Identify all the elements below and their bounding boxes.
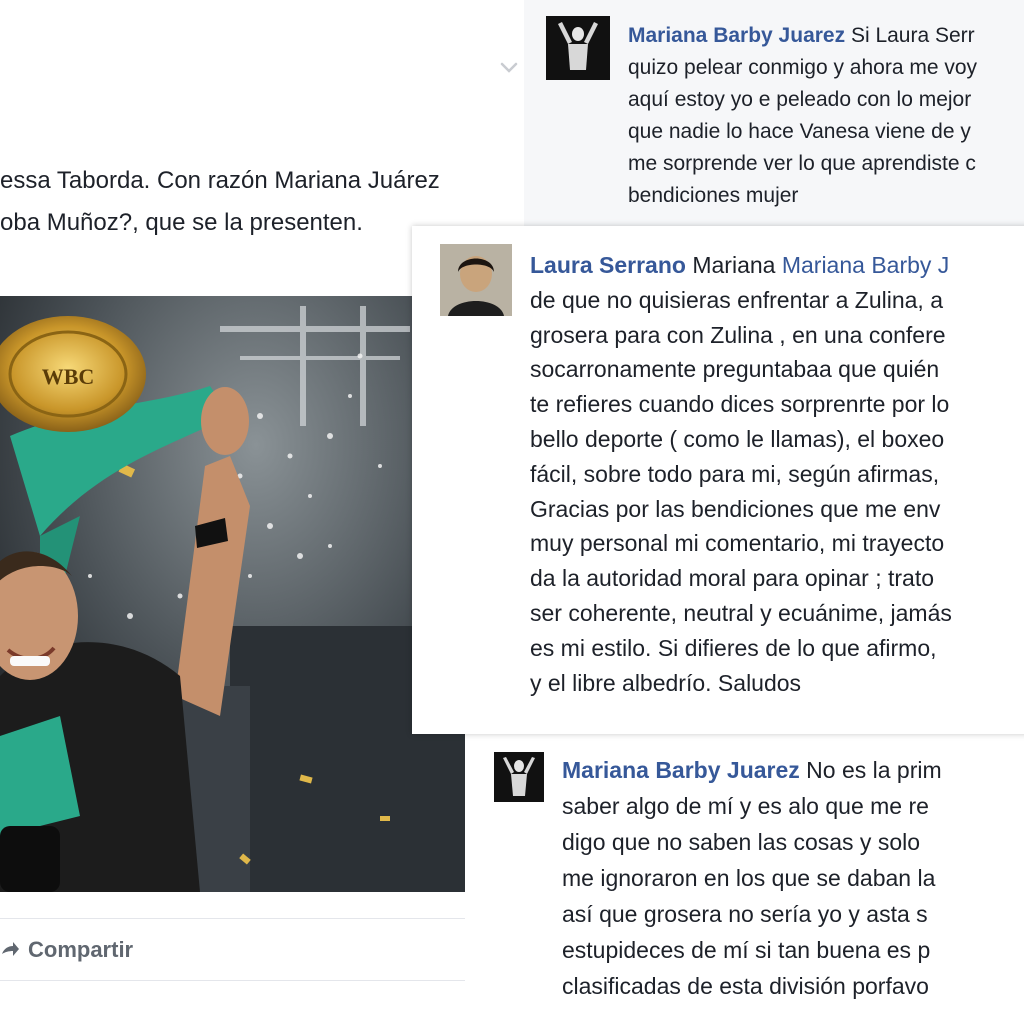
comment-line: aquí estoy yo e peleado con lo mejor xyxy=(628,88,972,111)
comment-line: saber algo de mí y es alo que me re xyxy=(562,793,929,819)
comment-author-link[interactable]: Laura Serrano xyxy=(530,252,686,278)
comment-line: es mi estilo. Si difieres de lo que afir… xyxy=(530,634,937,661)
comment-line: de que no quisieras enfrentar a Zulina, … xyxy=(530,286,943,313)
comment-line: bendiciones mujer xyxy=(628,184,799,207)
comment-line: bello deporte ( como le llamas), el boxe… xyxy=(530,425,945,452)
comment-line: te refieres cuando dices sorprenrte por … xyxy=(530,391,950,418)
comment-line: así que grosera no sería yo y asta s xyxy=(562,901,928,927)
comment-line: estupideces de mí si tan buena es p xyxy=(562,937,931,963)
share-button[interactable]: Compartir xyxy=(0,937,133,963)
comment-first-line: Mariana Barby Juarez No es la prim xyxy=(562,752,942,788)
comment-line: socarronamente preguntabaa que quién xyxy=(530,356,940,383)
comment-author-link[interactable]: Mariana Barby Juarez xyxy=(562,757,800,783)
comment-text: Mariana Barby Juarez Si Laura Serr quizo… xyxy=(628,20,977,212)
comment-mariana-2: Mariana Barby Juarez No es la prim saber… xyxy=(470,736,1024,1024)
comment-line: fácil, sobre todo para mi, según afirmas… xyxy=(530,460,940,487)
comment-text-start: Si Laura Serr xyxy=(845,24,975,47)
comment-first-line: Mariana Barby Juarez Si Laura Serr xyxy=(628,20,977,52)
comment-line: grosera para con Zulina , en una confere xyxy=(530,321,946,348)
comment-text-start: No es la prim xyxy=(799,757,942,783)
post-text-line: essa Taborda. Con razón Mariana Juárez xyxy=(0,167,440,194)
comment-line: da la autoridad moral para opinar ; trat… xyxy=(530,565,935,592)
comment-line: ser coherente, neutral y ecuánime, jamás xyxy=(530,599,952,626)
boxer-celebration-photo: WBC xyxy=(0,296,465,892)
avatar[interactable] xyxy=(546,16,610,80)
comment-line: Gracias por las bendiciones que me env xyxy=(530,495,941,522)
comment-line: que nadie lo hace Vanesa viene de y xyxy=(628,120,971,143)
comment-text: Mariana Barby Juarez No es la prim saber… xyxy=(562,752,942,1004)
comment-text: Laura Serrano Mariana Mariana Barby J de… xyxy=(530,248,952,700)
avatar-photo xyxy=(494,752,544,802)
comment-mention-link[interactable]: Mariana Barby J xyxy=(782,252,949,278)
comment-line: me sorprende ver lo que aprendiste c xyxy=(628,152,976,175)
comment-line: clasificadas de esta división porfavo xyxy=(562,973,929,999)
comment-line: y el libre albedrío. Saludos xyxy=(530,669,802,696)
post-photo[interactable]: WBC xyxy=(0,296,465,892)
comment-line: quizo pelear conmigo y ahora me voy xyxy=(628,56,978,79)
comment-mariana-1: Mariana Barby Juarez Si Laura Serr quizo… xyxy=(524,0,1024,232)
comment-line: me ignoraron en los que se daban la xyxy=(562,865,936,891)
belt-label: WBC xyxy=(42,364,95,389)
avatar[interactable] xyxy=(494,752,544,802)
comment-first-line: Laura Serrano Mariana Mariana Barby J xyxy=(530,248,952,283)
divider xyxy=(0,980,465,981)
comment-line: digo que no saben las cosas y solo xyxy=(562,829,921,855)
post-actions-bar: Compartir xyxy=(0,918,465,980)
avatar-photo xyxy=(546,16,610,80)
comment-text-start: Mariana xyxy=(685,252,782,278)
avatar-photo xyxy=(440,244,512,316)
share-label: Compartir xyxy=(28,936,134,962)
comment-line: muy personal mi comentario, mi trayecto xyxy=(530,530,945,557)
chevron-down-icon[interactable] xyxy=(498,56,520,78)
comment-author-link[interactable]: Mariana Barby Juarez xyxy=(628,24,845,47)
share-icon xyxy=(2,941,19,956)
avatar[interactable] xyxy=(440,244,512,316)
comment-laura-serrano: Laura Serrano Mariana Mariana Barby J de… xyxy=(412,226,1024,734)
